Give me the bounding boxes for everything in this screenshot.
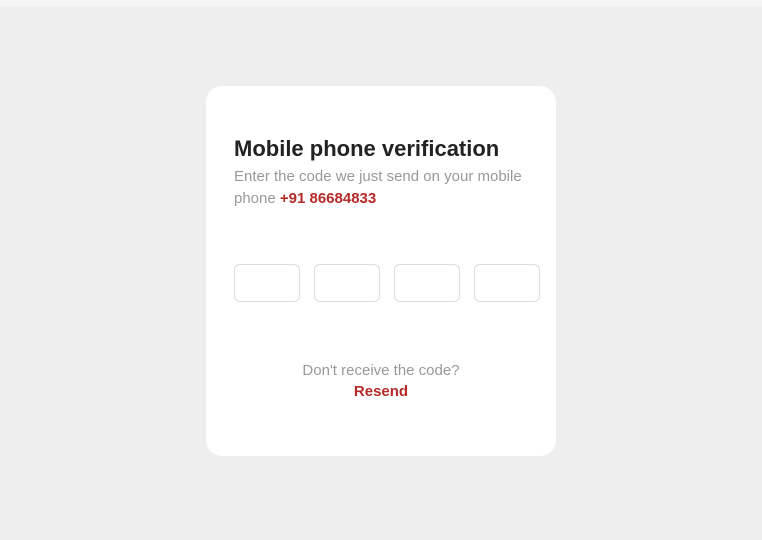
no-receive-text: Don't receive the code? [234,362,528,379]
code-digit-1[interactable] [234,264,300,302]
page-container: Mobile phone verification Enter the code… [0,6,762,456]
code-input-group [234,264,528,302]
phone-number: +91 86684833 [280,190,376,207]
subtitle-text: Enter the code we just send on your mobi… [234,168,522,207]
verification-card: Mobile phone verification Enter the code… [206,86,556,456]
card-subtitle: Enter the code we just send on your mobi… [234,166,528,210]
code-digit-2[interactable] [314,264,380,302]
code-digit-4[interactable] [474,264,540,302]
card-title: Mobile phone verification [234,136,528,162]
resend-link[interactable]: Resend [234,383,528,400]
code-digit-3[interactable] [394,264,460,302]
